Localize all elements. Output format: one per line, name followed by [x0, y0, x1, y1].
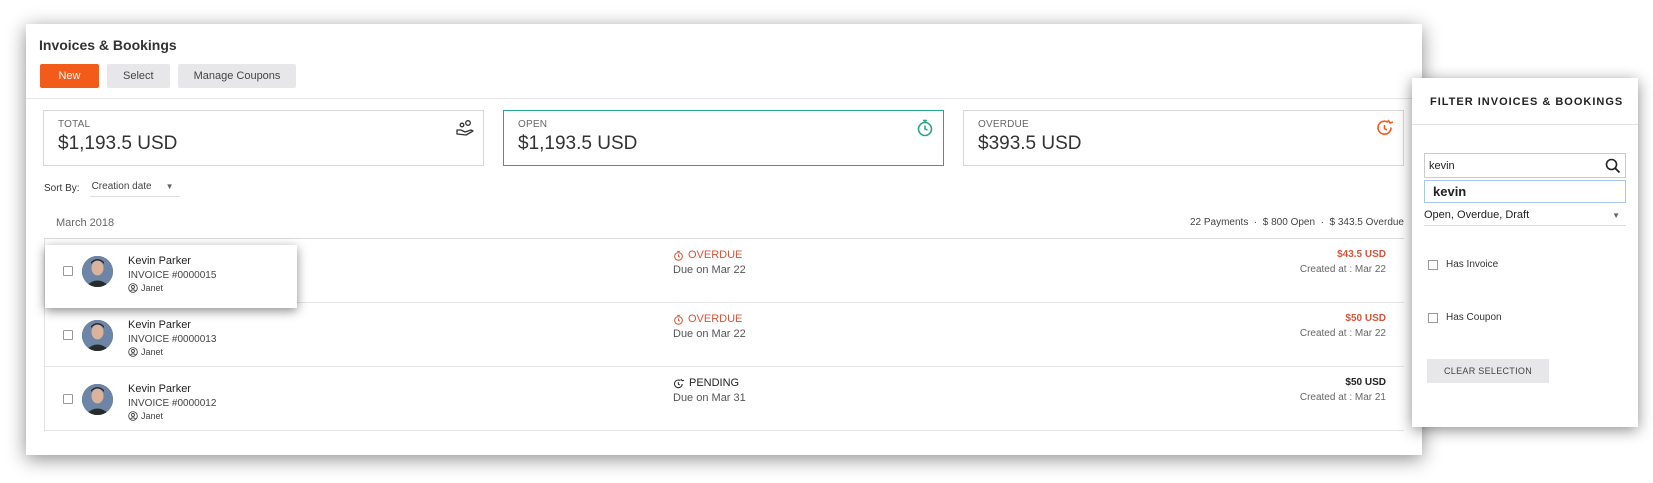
created-date: Created at : Mar 22: [1299, 264, 1386, 275]
new-button[interactable]: New: [40, 64, 99, 88]
stat-card-total[interactable]: TOTAL $1,193.5 USD: [43, 110, 484, 166]
user-circle-icon: [128, 283, 138, 293]
assignee-name: Janet: [141, 283, 164, 293]
filter-title: FILTER INVOICES & BOOKINGS: [1430, 96, 1624, 108]
open-total: $ 800 Open: [1262, 217, 1316, 228]
stopwatch-icon: [674, 250, 683, 261]
status-filter-select[interactable]: Open, Overdue, Draft ▼: [1424, 205, 1626, 226]
clock-arrow-icon: [1377, 119, 1394, 135]
amount: $50 USD: [1345, 313, 1386, 324]
stat-value: $1,193.5 USD: [58, 133, 178, 154]
header-divider: [26, 98, 1422, 99]
has-coupon-option[interactable]: Has Coupon: [1428, 312, 1502, 323]
sort-select[interactable]: Creation date ▼: [89, 179, 180, 197]
month-summary: 22 Payments · $ 800 Open · $ 343.5 Overd…: [1189, 217, 1405, 228]
stat-card-overdue[interactable]: OVERDUE $393.5 USD: [963, 110, 1404, 166]
status-filter-value: Open, Overdue, Draft: [1424, 209, 1530, 221]
toolbar: New Select Manage Coupons: [40, 64, 297, 88]
due-date: Due on Mar 31: [673, 392, 746, 404]
search-suggestion[interactable]: kevin: [1424, 180, 1626, 203]
sort-value: Creation date: [91, 181, 152, 192]
created-date: Created at : Mar 22: [1299, 328, 1386, 339]
has-invoice-checkbox[interactable]: [1428, 259, 1438, 270]
table-row[interactable]: Kevin Parker INVOICE #0000013 Janet OVER…: [45, 303, 1404, 367]
status-text: OVERDUE: [688, 313, 743, 325]
table-row[interactable]: Kevin Parker INVOICE #0000015 Janet OVER…: [45, 239, 1404, 308]
stat-value: $1,193.5 USD: [518, 133, 638, 154]
assignee-name: Janet: [141, 347, 164, 357]
status-text: PENDING: [689, 377, 740, 389]
assignee: Janet: [128, 283, 163, 293]
user-circle-icon: [128, 411, 138, 421]
assignee-name: Janet: [141, 411, 164, 421]
stat-label: TOTAL: [58, 119, 91, 130]
avatar: [82, 384, 113, 415]
created-date: Created at : Mar 21: [1299, 392, 1386, 403]
has-invoice-label: Has Invoice: [1446, 259, 1499, 270]
row-checkbox[interactable]: [63, 266, 73, 276]
has-invoice-option[interactable]: Has Invoice: [1428, 259, 1498, 270]
stat-card-open[interactable]: OPEN $1,193.5 USD: [503, 110, 944, 166]
status-badge: OVERDUE: [673, 313, 742, 325]
stats-row: TOTAL $1,193.5 USD OPEN $1,193.5 USD OVE…: [43, 110, 1404, 166]
row-checkbox[interactable]: [63, 394, 73, 404]
table-row[interactable]: Kevin Parker INVOICE #0000012 Janet PEND…: [45, 367, 1404, 431]
stopwatch-icon: [674, 314, 683, 325]
search-input[interactable]: kevin: [1424, 153, 1626, 178]
search-icon[interactable]: [1605, 158, 1621, 174]
invoice-list: Kevin Parker INVOICE #0000015 Janet OVER…: [44, 239, 1404, 431]
page-title: Invoices & Bookings: [39, 37, 177, 53]
clock-arrow-icon: [674, 378, 685, 388]
month-header: March 2018 22 Payments · $ 800 Open · $ …: [56, 217, 1404, 239]
stopwatch-icon: [917, 119, 933, 137]
status-text: OVERDUE: [688, 249, 743, 261]
customer-name: Kevin Parker: [128, 319, 191, 331]
sort-control: Sort By: Creation date ▼: [44, 179, 180, 197]
user-circle-icon: [128, 347, 138, 357]
clear-selection-button[interactable]: CLEAR SELECTION: [1427, 359, 1549, 383]
month-label: March 2018: [56, 217, 115, 229]
filter-panel: FILTER INVOICES & BOOKINGS kevin kevin O…: [1412, 78, 1638, 427]
search-value: kevin: [1429, 159, 1455, 172]
sort-label: Sort By:: [44, 182, 80, 194]
invoice-number: INVOICE #0000015: [128, 270, 217, 281]
amount: $50 USD: [1345, 377, 1386, 388]
caret-down-icon: ▼: [165, 182, 174, 191]
due-date: Due on Mar 22: [673, 328, 746, 340]
has-coupon-checkbox[interactable]: [1428, 312, 1438, 323]
customer-name: Kevin Parker: [128, 255, 191, 267]
avatar: [82, 320, 113, 351]
money-hand-icon: [456, 120, 474, 136]
avatar: [82, 256, 113, 287]
invoices-window: Invoices & Bookings New Select Manage Co…: [26, 24, 1422, 455]
invoice-number: INVOICE #0000012: [128, 398, 217, 409]
overdue-total: $ 343.5 Overdue: [1329, 217, 1405, 228]
select-button[interactable]: Select: [107, 64, 170, 88]
row-checkbox[interactable]: [63, 330, 73, 340]
stat-value: $393.5 USD: [978, 133, 1082, 154]
filter-divider: [1412, 124, 1638, 125]
assignee: Janet: [128, 411, 163, 421]
customer-name: Kevin Parker: [128, 383, 191, 395]
amount: $43.5 USD: [1337, 249, 1386, 260]
stat-label: OPEN: [518, 119, 548, 130]
has-coupon-label: Has Coupon: [1446, 312, 1502, 323]
manage-coupons-button[interactable]: Manage Coupons: [177, 64, 297, 88]
stat-label: OVERDUE: [978, 119, 1029, 130]
caret-down-icon: ▼: [1612, 210, 1620, 220]
payments-count: 22 Payments: [1189, 217, 1249, 228]
assignee: Janet: [128, 347, 163, 357]
due-date: Due on Mar 22: [673, 264, 746, 276]
invoice-number: INVOICE #0000013: [128, 334, 217, 345]
status-badge: OVERDUE: [673, 249, 742, 261]
status-badge: PENDING: [673, 377, 739, 389]
